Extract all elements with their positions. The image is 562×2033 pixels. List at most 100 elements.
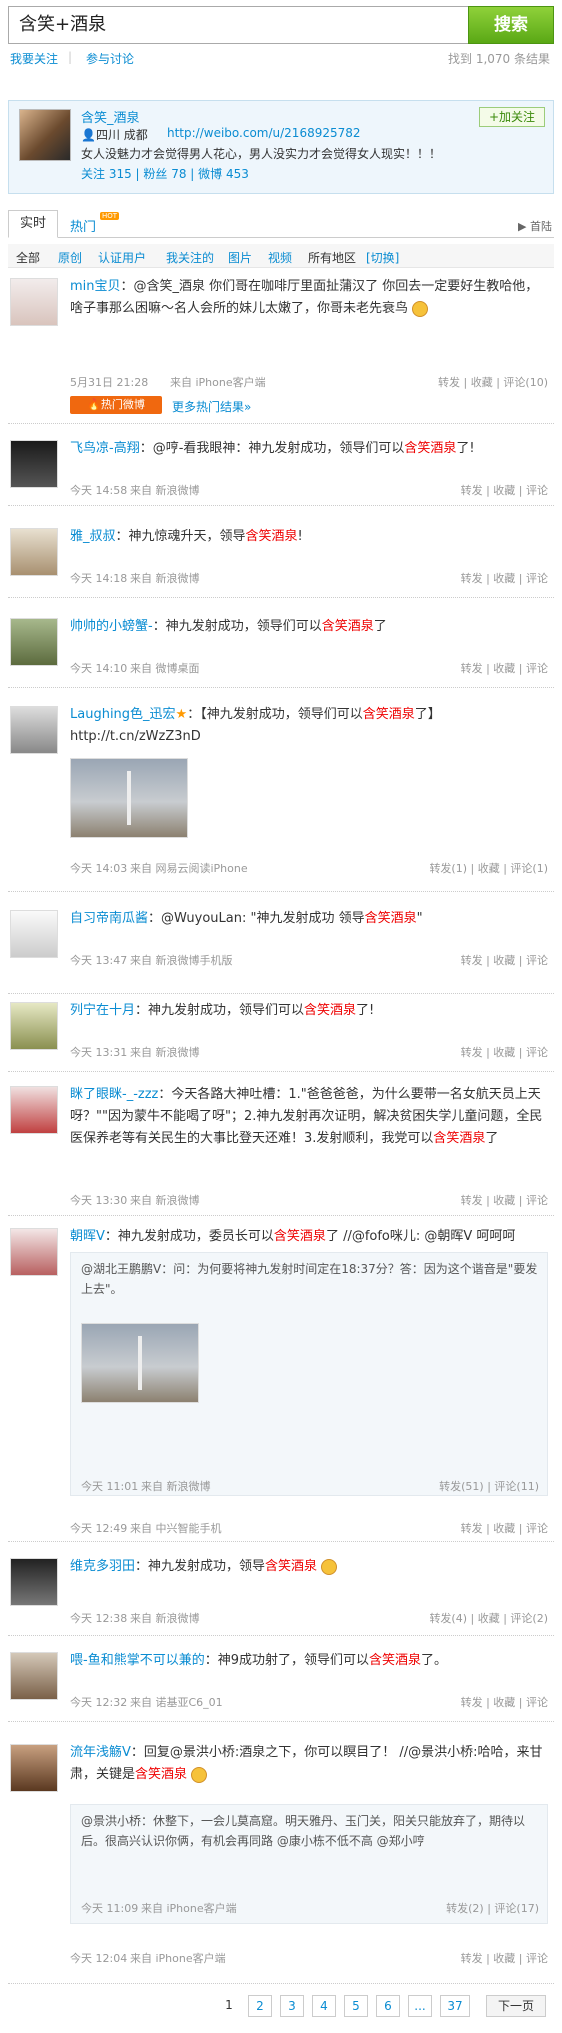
list-item: 流年浅觞V：回复@景洪小桥:酒泉之下，你可以瞑目了！ //@景洪小桥:哈哈，来甘… bbox=[8, 1738, 554, 1984]
home-link[interactable]: ▶ 首陆 bbox=[518, 218, 552, 234]
list-item: 眯了眼眯-_-zzz：今天各路大神吐槽：1."爸爸爸爸，为什么要带一名女航天员上… bbox=[8, 1080, 554, 1216]
post-text: 雅_叔叔：神九惊魂升天，领导含笑酒泉! bbox=[70, 529, 303, 544]
post-text: Laughing色_迅宏★：【神九发射成功，领导们可以含笑酒泉了】 http:/… bbox=[70, 707, 441, 744]
filter-pictures[interactable]: 图片 bbox=[228, 249, 252, 266]
page-link[interactable]: 37 bbox=[440, 1995, 470, 2017]
tab-realtime[interactable]: 实时 bbox=[8, 210, 58, 238]
list-item: 帅帅的小螃蟹-：神九发射成功，领导们可以含笑酒泉了 今天 14:10 来自 微博桌… bbox=[8, 612, 554, 688]
post-text: 自习帝南瓜酱：@WuyouLan: "神九发射成功 领导含笑酒泉" bbox=[70, 911, 423, 926]
post-meta: 今天 12:32 来自 诺基亚C6_01 转发 | 收藏 | 评论 bbox=[70, 1696, 548, 1709]
quoted-post: @湖北王鹏鹏V：问：为何要将神九发射时间定在18:37分？答：因为这个谐音是"要… bbox=[70, 1252, 548, 1496]
list-item: 雅_叔叔：神九惊魂升天，领导含笑酒泉! 今天 14:18 来自 新浪微博 转发 | … bbox=[8, 522, 554, 598]
post-meta: 今天 14:03 来自 网易云阅读iPhone 转发(1) | 收藏 | 评论(1) bbox=[70, 862, 548, 875]
filter-all[interactable]: 全部 bbox=[16, 249, 40, 266]
pagination: 1 2 3 4 5 6 ... 37 下一页 bbox=[8, 1993, 554, 2019]
result-tabs: 实时 热门 HOT ▶ 首陆 bbox=[8, 210, 554, 238]
profile-stats[interactable]: 关注 315 | 粉丝 78 | 微博 453 bbox=[81, 165, 249, 182]
avatar[interactable] bbox=[10, 528, 58, 576]
post-meta: 今天 14:58 来自 新浪微博 转发 | 收藏 | 评论 bbox=[70, 484, 548, 497]
search-button[interactable]: 搜索 bbox=[468, 6, 554, 44]
quoted-post: @景洪小桥：休整下，一会儿莫高窟。明天雅丹、玉门关，阳关只能放弃了，期待以后。很… bbox=[70, 1804, 548, 1924]
filter-verified[interactable]: 认证用户 bbox=[98, 249, 146, 266]
sub-nav: 我要关注 | 参与讨论 找到 1,070 条结果 bbox=[10, 50, 550, 68]
page-link[interactable]: 4 bbox=[312, 1995, 336, 2017]
post-meta: 今天 14:18 来自 新浪微博 转发 | 收藏 | 评论 bbox=[70, 572, 548, 585]
post-text: 流年浅觞V：回复@景洪小桥:酒泉之下，你可以瞑目了！ //@景洪小桥:哈哈，来甘… bbox=[70, 1745, 543, 1783]
page-link[interactable]: 3 bbox=[280, 1995, 304, 2017]
fire-icon: 🔥 bbox=[87, 398, 101, 411]
post-text: 眯了眼眯-_-zzz：今天各路大神吐槽：1."爸爸爸爸，为什么要带一名女航天员上… bbox=[70, 1087, 543, 1146]
avatar[interactable] bbox=[10, 706, 58, 754]
page-link[interactable]: 2 bbox=[248, 1995, 272, 2017]
user-icon: 👤 bbox=[81, 128, 96, 142]
quoted-post-meta: 今天 11:09 来自 iPhone客户端 转发(2) | 评论(17) bbox=[81, 1902, 539, 1915]
post-text: min宝贝：@含笑_酒泉 你们哥在咖啡厅里面扯蒲汉了 你回去一定要好生教哈他，啥… bbox=[70, 279, 539, 317]
post-meta: 今天 13:30 来自 新浪微博 转发 | 收藏 | 评论 bbox=[70, 1194, 548, 1207]
page-current: 1 bbox=[220, 1995, 238, 2017]
user-profile-card: 含笑_酒泉 👤四川 成都 http://weibo.com/u/21689257… bbox=[8, 100, 554, 194]
profile-name[interactable]: 含笑_酒泉 bbox=[81, 107, 140, 126]
post-meta: 今天 14:10 来自 微博桌面 转发 | 收藏 | 评论 bbox=[70, 662, 548, 675]
quoted-post-image[interactable] bbox=[81, 1323, 199, 1403]
list-item: 喂-鱼和熊掌不可以兼的：神9成功射了，领导们可以含笑酒泉了。 今天 12:32 来… bbox=[8, 1646, 554, 1722]
region-switch-link[interactable]: [切换] bbox=[366, 249, 399, 266]
avatar[interactable] bbox=[10, 1002, 58, 1050]
post-text: 维克多羽田：神九发射成功，领导含笑酒泉 bbox=[70, 1556, 548, 1578]
list-item: 朝晖V：神九发射成功，委员长可以含笑酒泉了 //@fofo咪儿: @朝晖V 呵呵… bbox=[8, 1222, 554, 1542]
profile-description: 女人没魅力才会觉得男人花心，男人没实力才会觉得女人现实！！！ bbox=[81, 147, 442, 161]
follow-topic-link[interactable]: 我要关注 bbox=[10, 50, 58, 67]
page-link[interactable]: 6 bbox=[376, 1995, 400, 2017]
result-count: 找到 1,070 条结果 bbox=[448, 52, 550, 66]
emoji-icon bbox=[412, 300, 429, 317]
filter-videos[interactable]: 视频 bbox=[268, 249, 292, 266]
post-text: 飞鸟凉-高翔：@哼-看我眼神：神九发射成功，领导们可以含笑酒泉了! bbox=[70, 441, 475, 456]
profile-location: 👤四川 成都 bbox=[81, 128, 148, 142]
avatar[interactable] bbox=[10, 1086, 58, 1134]
list-item: 维克多羽田：神九发射成功，领导含笑酒泉 今天 12:38 来自 新浪微博 转发(4)… bbox=[8, 1552, 554, 1636]
filter-original[interactable]: 原创 bbox=[58, 249, 82, 266]
post-text: 喂-鱼和熊掌不可以兼的：神9成功射了，领导们可以含笑酒泉了。 bbox=[70, 1653, 448, 1668]
post-text: 列宁在十月：神九发射成功，领导们可以含笑酒泉了! bbox=[70, 1003, 375, 1018]
filter-bar: 全部 原创 认证用户 我关注的 图片 视频 所有地区 [切换] bbox=[8, 244, 554, 268]
hot-weibo-badge[interactable]: 🔥热门微博 bbox=[70, 396, 162, 414]
avatar[interactable] bbox=[10, 618, 58, 666]
post-meta: 今天 12:49 来自 中兴智能手机 转发 | 收藏 | 评论 bbox=[70, 1522, 548, 1535]
divider: | bbox=[68, 50, 73, 64]
post-meta: 今天 13:31 来自 新浪微博 转发 | 收藏 | 评论 bbox=[70, 1046, 548, 1059]
filter-region: 所有地区 bbox=[308, 251, 357, 265]
page-link[interactable]: 5 bbox=[344, 1995, 368, 2017]
avatar[interactable] bbox=[10, 1558, 58, 1606]
filter-following[interactable]: 我关注的 bbox=[166, 249, 214, 266]
profile-url[interactable]: http://weibo.com/u/2168925782 bbox=[167, 126, 361, 140]
quoted-post-meta: 今天 11:01 来自 新浪微博 转发(51) | 评论(11) bbox=[81, 1480, 539, 1493]
avatar[interactable] bbox=[10, 1744, 58, 1792]
add-follow-button[interactable]: +加关注 bbox=[479, 107, 545, 127]
hot-badge: HOT bbox=[100, 212, 120, 220]
play-icon: ▶ bbox=[518, 220, 530, 233]
avatar[interactable] bbox=[10, 1652, 58, 1700]
post-text: 帅帅的小螃蟹-：神九发射成功，领导们可以含笑酒泉了 bbox=[70, 619, 387, 634]
search-input[interactable]: 含笑+酒泉 bbox=[8, 6, 468, 44]
more-hot-link[interactable]: 更多热门结果» bbox=[172, 398, 251, 415]
post-text: 朝晖V：神九发射成功，委员长可以含笑酒泉了 //@fofo咪儿: @朝晖V 呵呵… bbox=[70, 1229, 516, 1244]
search-bar: 含笑+酒泉 搜索 bbox=[8, 6, 554, 44]
discuss-link[interactable]: 参与讨论 bbox=[86, 50, 134, 67]
post-image[interactable] bbox=[70, 758, 188, 838]
emoji-icon bbox=[191, 1766, 208, 1783]
next-page-button[interactable]: 下一页 bbox=[486, 1995, 546, 2017]
avatar[interactable] bbox=[10, 278, 58, 326]
star-icon: ★ bbox=[175, 707, 188, 722]
page-ellipsis: ... bbox=[408, 1995, 432, 2017]
avatar[interactable] bbox=[10, 440, 58, 488]
tab-hot[interactable]: 热门 bbox=[70, 216, 96, 235]
post-meta: 今天 12:38 来自 新浪微博 转发(4) | 收藏 | 评论(2) bbox=[70, 1612, 548, 1625]
post-meta: 5月31日 21:28 来自 iPhone客户端 转发 | 收藏 | 评论(10) bbox=[70, 376, 548, 389]
emoji-icon bbox=[321, 1558, 338, 1575]
avatar[interactable] bbox=[10, 910, 58, 958]
list-item: Laughing色_迅宏★：【神九发射成功，领导们可以含笑酒泉了】 http:/… bbox=[8, 700, 554, 892]
post-meta: 今天 13:47 来自 新浪微博手机版 转发 | 收藏 | 评论 bbox=[70, 954, 548, 967]
avatar[interactable] bbox=[19, 109, 71, 161]
list-item: 自习帝南瓜酱：@WuyouLan: "神九发射成功 领导含笑酒泉" 今天 13:… bbox=[8, 904, 554, 994]
list-item: min宝贝：@含笑_酒泉 你们哥在咖啡厅里面扯蒲汉了 你回去一定要好生教哈他，啥… bbox=[8, 272, 554, 424]
avatar[interactable] bbox=[10, 1228, 58, 1276]
